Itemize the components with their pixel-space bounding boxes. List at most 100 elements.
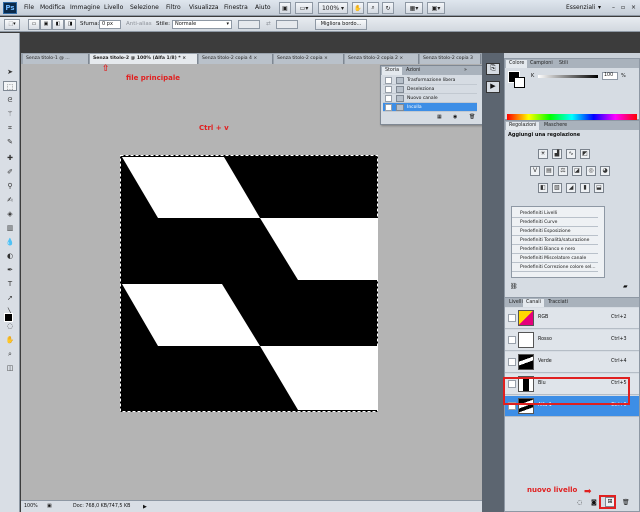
style-select[interactable]: Normale ▾ [172,20,232,29]
history-checkbox[interactable] [385,86,392,93]
status-zoom[interactable]: 100% [24,504,38,509]
channel-row-green[interactable]: Verde Ctrl+4 [505,352,639,373]
canvas-image[interactable] [120,155,378,412]
gradient-map-icon[interactable]: ▮ [580,183,590,193]
curves-icon[interactable]: ∿ [566,149,576,159]
tab-actions[interactable]: Azioni [403,67,423,75]
eye-icon[interactable] [508,314,516,322]
width-input[interactable] [238,20,260,29]
antialias-checkbox[interactable]: Anti-alias [126,21,152,27]
pen-icon[interactable]: ✒ [3,265,17,275]
load-selection-icon[interactable]: ◌ [577,499,582,506]
history-item[interactable]: Trasformazione libera [383,76,477,85]
stamp-icon[interactable]: ⚲ [3,181,17,191]
trash-icon[interactable]: 🗑 [469,114,475,120]
heal-icon[interactable]: ✚ [3,153,17,163]
menu-finestra[interactable]: Finestra [224,4,248,11]
doc-tab-3[interactable]: Senza titolo-2 copia 4 × [199,54,273,64]
selective-color-icon[interactable]: ⬓ [594,183,604,193]
tab-swatches[interactable]: Campioni [527,60,556,68]
lasso-icon[interactable]: ᘓ [3,95,17,105]
blur-icon[interactable]: 💧 [3,237,17,247]
tab-paths[interactable]: Tracciati [545,299,571,307]
black-white-icon[interactable]: ◪ [572,166,582,176]
height-input[interactable] [276,20,298,29]
levels-icon[interactable]: ▟ [552,149,562,159]
preset-item[interactable]: Predefiniti Correzione colore sel... [512,263,598,272]
menu-modifica[interactable]: Modifica [40,4,65,11]
minibridge-icon[interactable]: ▭▾ [295,2,313,14]
clip-icon[interactable]: ⛓ [510,283,518,290]
history-panel-icon[interactable]: ⎘ [486,63,500,75]
bridge-icon[interactable]: ▣ [279,2,291,14]
foreground-color-swatch[interactable] [4,313,13,322]
tab-styles[interactable]: Stili [556,60,571,68]
intersect-selection-icon[interactable]: ◨ [64,19,76,30]
tab-color[interactable]: Colore [506,60,528,68]
arrange-documents-icon[interactable]: ▦▾ [405,2,423,14]
doc-tab-4[interactable]: Senza titolo-2 copia × [274,54,344,64]
preset-item[interactable]: Predefiniti Livelli [512,209,598,218]
preset-item[interactable]: Predefiniti Esposizione [512,227,598,236]
channel-row-rgb[interactable]: RGB Ctrl+2 [505,308,639,329]
hue-saturation-icon[interactable]: ▤ [544,166,554,176]
menu-selezione[interactable]: Selezione [130,4,159,11]
eye-icon[interactable] [508,358,516,366]
history-checkbox[interactable] [385,104,392,111]
snapshot-icon[interactable]: ◉ [453,114,457,120]
invert-icon[interactable]: ◧ [538,183,548,193]
doc-tab-5[interactable]: Senza titolo-2 copia 2 × [345,54,419,64]
zoom-level-dropdown[interactable]: 100% ▾ [318,2,348,14]
panel-collapse-icon[interactable]: » [461,67,470,75]
3d-icon[interactable]: ◌ [3,321,17,331]
doc-tab-2-active[interactable]: Senza titolo-2 @ 100% (Alfa 1/8) * × [90,54,198,64]
photo-filter-icon[interactable]: ◎ [586,166,596,176]
dodge-icon[interactable]: ◐ [3,251,17,261]
new-document-from-state-icon[interactable]: ▦ [437,114,442,120]
close-icon[interactable]: × [631,4,636,11]
zoom-icon[interactable]: ⌕ [367,2,379,14]
tab-masks[interactable]: Maschere [541,122,570,130]
channel-row-red[interactable]: Rosso Ctrl+3 [505,330,639,351]
menu-visualizza[interactable]: Visualizza [189,4,219,11]
history-item[interactable]: Nuovo canale [383,94,477,103]
rotate-view-icon[interactable]: ↻ [382,2,394,14]
quickmask-icon[interactable]: ◫ [3,363,17,373]
add-selection-icon[interactable]: ▣ [40,19,52,30]
panel-options-icon[interactable]: ▰ [623,283,628,290]
history-checkbox[interactable] [385,95,392,102]
eye-icon[interactable] [508,336,516,344]
eraser-icon[interactable]: ◈ [3,209,17,219]
preset-item[interactable]: Predefiniti Bianco e nero [512,245,598,254]
history-item-selected[interactable]: Incolla [383,103,477,112]
k-input[interactable]: 100 [602,72,618,80]
path-select-icon[interactable]: ➚ [3,293,17,303]
tab-history[interactable]: Storia [382,67,403,75]
chevron-down-icon[interactable]: ▾ [598,4,601,11]
screen-mode-icon[interactable]: ▣▾ [427,2,445,14]
menu-file[interactable]: File [24,4,34,11]
wand-icon[interactable]: ⚚ [3,109,17,119]
doc-tab-6[interactable]: Senza titolo-2 copia 3 [420,54,481,64]
eyedropper-icon[interactable]: ✎ [3,137,17,147]
minimize-icon[interactable]: – [612,4,615,11]
workspace-switcher[interactable]: Essenziali [566,4,595,11]
crop-icon[interactable]: ⌗ [3,123,17,133]
color-balance-icon[interactable]: ⚖ [558,166,568,176]
history-checkbox[interactable] [385,77,392,84]
tab-channels[interactable]: Canali [523,299,544,307]
brush-icon[interactable]: ✐ [3,167,17,177]
preset-item[interactable]: Predefiniti Miscelatore canale [512,254,598,263]
save-selection-icon[interactable]: ◙ [591,499,597,506]
menu-filtro[interactable]: Filtro [166,4,181,11]
status-menu-arrow-icon[interactable]: ▶ [143,504,147,510]
tool-preset-picker[interactable]: ⬚▾ [4,19,20,30]
brightness-icon[interactable]: ☀ [538,149,548,159]
channel-mixer-icon[interactable]: ◕ [600,166,610,176]
type-icon[interactable]: T [3,279,17,289]
threshold-icon[interactable]: ◢ [566,183,576,193]
feather-input[interactable]: 0 px [99,20,121,29]
zoom-icon[interactable]: ⌕ [3,349,17,359]
history-item[interactable]: Deseleziona [383,85,477,94]
tab-adjustments[interactable]: Regolazioni [506,122,540,130]
